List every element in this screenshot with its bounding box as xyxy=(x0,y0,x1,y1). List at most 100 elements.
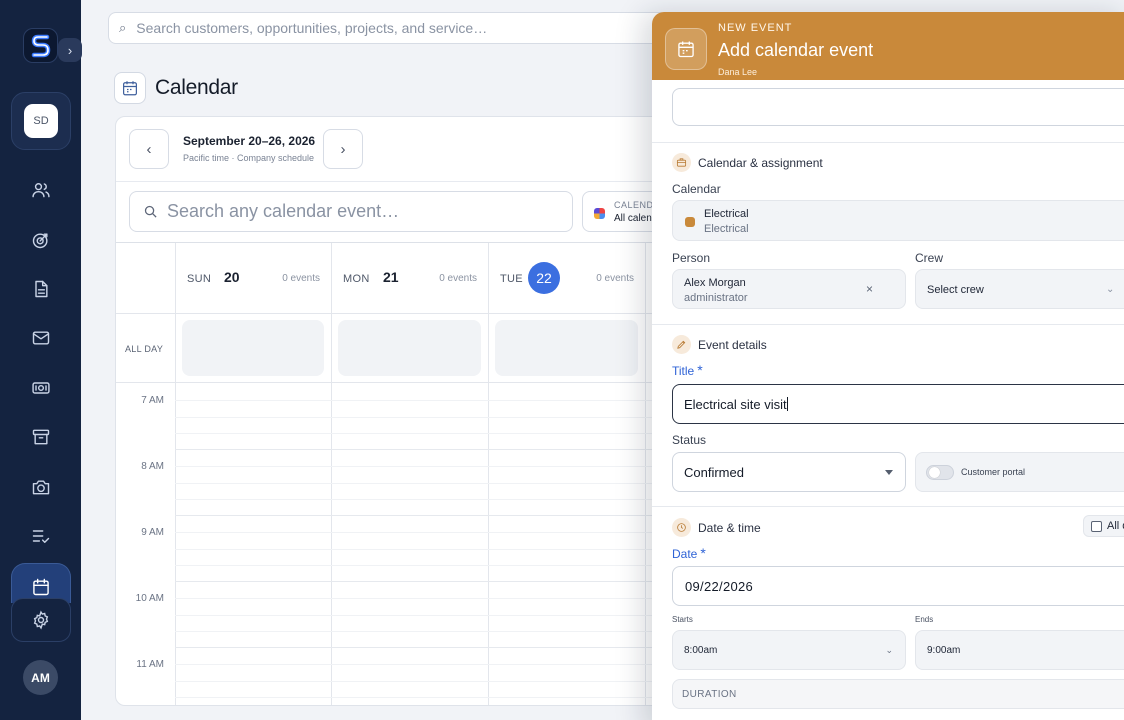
calendar-icon xyxy=(678,41,694,58)
nav-tasks[interactable] xyxy=(28,523,53,548)
calendar-filter-value: All calen xyxy=(614,213,652,224)
title-input[interactable]: Electrical site visit xyxy=(672,384,1124,424)
hour-line xyxy=(175,581,674,582)
workspace-switcher[interactable]: SD xyxy=(11,92,71,150)
nav-customers[interactable] xyxy=(28,177,53,202)
slot-line xyxy=(175,532,674,533)
calendar-select[interactable]: Electrical Electrical xyxy=(672,200,1124,241)
user-avatar[interactable]: AM xyxy=(23,660,58,695)
today-badge: 22 xyxy=(528,262,560,294)
column-divider xyxy=(331,243,332,705)
calendar-card: ‹ September 20–26, 2026 Pacific time · C… xyxy=(115,116,675,706)
hour-label: 8 AM xyxy=(141,461,164,472)
toolbar-divider xyxy=(116,181,674,182)
calendar-icon xyxy=(32,578,49,595)
calendar-select-value: Electrical xyxy=(704,208,749,220)
crew-label: Crew xyxy=(915,251,944,265)
person-role: administrator xyxy=(684,292,748,304)
app-logo[interactable] xyxy=(23,28,58,63)
date-range-title: September 20–26, 2026 xyxy=(183,134,316,148)
slot-line xyxy=(175,433,674,434)
day-number: 21 xyxy=(383,269,399,285)
date-label: Date * xyxy=(672,545,706,561)
day-number: 20 xyxy=(224,269,240,285)
section-divider xyxy=(652,506,1124,507)
duration-field[interactable]: DURATION xyxy=(672,679,1124,709)
nav-settings[interactable] xyxy=(11,598,71,642)
nav-opportunities[interactable] xyxy=(28,227,53,252)
all-day-cell[interactable] xyxy=(338,320,481,376)
panel-eyebrow: NEW EVENT xyxy=(718,22,793,34)
prev-week-button[interactable]: ‹ xyxy=(129,129,169,169)
all-day-checkbox[interactable]: All d xyxy=(1083,515,1124,537)
all-day-cell[interactable] xyxy=(182,320,324,376)
person-select[interactable]: Alex Morgan administrator × xyxy=(672,269,906,309)
day-event-count: 0 events xyxy=(596,273,634,284)
hour-label: 11 AM xyxy=(136,659,164,670)
nav-documents[interactable] xyxy=(28,276,53,301)
slot-line xyxy=(175,466,674,467)
slot-line xyxy=(175,598,674,599)
hour-line xyxy=(175,647,674,648)
previous-field[interactable] xyxy=(672,88,1124,126)
sidebar: › SD AM xyxy=(0,0,82,720)
search-icon: ⌕ xyxy=(119,20,127,35)
briefcase-icon xyxy=(672,153,691,172)
calendar-search-placeholder: Search any calendar event… xyxy=(167,201,400,221)
document-icon xyxy=(34,280,48,297)
slot-line xyxy=(175,631,674,632)
panel-owner: Dana Lee xyxy=(718,67,758,77)
checkbox-icon xyxy=(1091,520,1102,532)
duration-label: DURATION xyxy=(682,689,737,700)
section-divider xyxy=(652,142,1124,143)
slot-line xyxy=(175,417,674,418)
day-name: SUN xyxy=(187,273,212,285)
slot-line xyxy=(175,697,674,698)
clear-person-icon[interactable]: × xyxy=(866,282,873,296)
global-search[interactable]: ⌕ Search customers, opportunities, proje… xyxy=(108,12,708,44)
date-label-text: Date xyxy=(672,547,698,561)
sidebar-expand-button[interactable]: › xyxy=(58,38,82,62)
crew-select[interactable]: Select crew ⌄ xyxy=(915,269,1124,309)
slot-line xyxy=(175,681,674,682)
search-icon xyxy=(144,205,157,218)
hour-label: 10 AM xyxy=(135,593,164,604)
chevron-down-icon: ⌄ xyxy=(1106,284,1115,295)
status-select[interactable]: Confirmed xyxy=(672,452,906,492)
next-week-button[interactable]: › xyxy=(323,129,363,169)
status-label: Status xyxy=(672,433,707,447)
all-day-cell[interactable] xyxy=(495,320,638,376)
hour-label: 9 AM xyxy=(141,527,164,538)
day-header-tue[interactable]: TUE 22 0 events xyxy=(488,243,645,313)
person-name: Alex Morgan xyxy=(684,277,746,289)
calendar-search-input[interactable]: Search any calendar event… xyxy=(129,191,573,232)
nav-finance[interactable] xyxy=(28,375,53,400)
slot-line xyxy=(175,549,674,550)
customer-portal-toggle[interactable]: Customer portal xyxy=(915,452,1124,492)
nav-photos[interactable] xyxy=(28,474,53,499)
title-label: Title * xyxy=(672,362,703,378)
date-input[interactable]: 09/22/2026 xyxy=(672,566,1124,606)
add-event-panel: NEW EVENT Add calendar event Dana Lee Ca… xyxy=(652,12,1124,720)
title-label-text: Title xyxy=(672,364,695,378)
calendar-filter-label: CALEND xyxy=(614,200,654,210)
nav-calendar[interactable] xyxy=(11,563,71,603)
workspace-avatar: SD xyxy=(24,104,58,138)
users-icon xyxy=(31,182,50,197)
day-event-count: 0 events xyxy=(439,273,477,284)
day-header-sun[interactable]: SUN 20 0 events xyxy=(175,243,331,313)
date-range-subtitle: Pacific time · Company schedule xyxy=(183,153,315,163)
toggle-switch[interactable] xyxy=(926,465,954,480)
start-time-select[interactable]: 8:00am ⌄ xyxy=(672,630,906,670)
nav-inventory[interactable] xyxy=(28,424,53,449)
end-time-value: 9:00am xyxy=(927,645,961,656)
nav-mail[interactable] xyxy=(28,325,53,350)
clock-icon xyxy=(672,518,691,537)
section-divider xyxy=(652,324,1124,325)
panel-header: NEW EVENT Add calendar event Dana Lee xyxy=(652,12,1124,80)
day-header-mon[interactable]: MON 21 0 events xyxy=(331,243,488,313)
all-day-label: ALL DAY xyxy=(125,344,164,354)
section-title-details: Event details xyxy=(698,338,767,352)
crew-select-value: Select crew xyxy=(927,284,984,296)
end-time-select[interactable]: 9:00am xyxy=(915,630,1124,670)
